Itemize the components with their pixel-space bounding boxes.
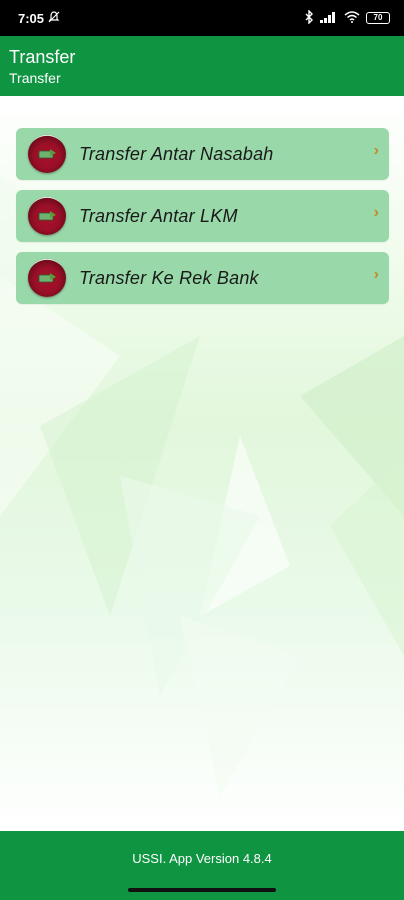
signal-icon	[320, 11, 338, 26]
mute-icon	[48, 10, 60, 26]
status-bar: 7:05 70	[0, 0, 404, 36]
bluetooth-icon	[304, 8, 314, 27]
page-subtitle: Transfer	[9, 70, 61, 86]
chevron-right-icon: ›	[373, 204, 379, 221]
menu-item-label: Transfer Antar LKM	[79, 205, 238, 226]
app-version-text: USSI. App Version 4.8.4	[132, 851, 272, 866]
status-time: 7:05	[18, 10, 45, 26]
transfer-menu: Transfer Antar Nasabah › Transfer Antar …	[16, 128, 389, 314]
menu-item-transfer-antar-nasabah[interactable]: Transfer Antar Nasabah ›	[16, 128, 389, 180]
page-title: Transfer	[9, 47, 76, 67]
chevron-right-icon: ›	[373, 142, 379, 159]
status-left: 7:05	[18, 11, 60, 26]
transfer-icon	[28, 197, 66, 235]
transfer-icon	[28, 135, 66, 173]
menu-item-label: Transfer Ke Rek Bank	[79, 267, 259, 288]
app-bar: Transfer Transfer	[0, 36, 404, 96]
status-right: 70	[304, 8, 390, 27]
transfer-icon	[28, 259, 66, 297]
menu-item-transfer-ke-rek-bank[interactable]: Transfer Ke Rek Bank ›	[16, 252, 389, 304]
menu-item-label: Transfer Antar Nasabah	[79, 143, 274, 164]
chevron-right-icon: ›	[373, 266, 379, 283]
battery-icon: 70	[366, 12, 390, 24]
menu-item-transfer-antar-lkm[interactable]: Transfer Antar LKM ›	[16, 190, 389, 242]
home-indicator[interactable]	[128, 888, 276, 892]
wifi-icon	[344, 10, 360, 26]
